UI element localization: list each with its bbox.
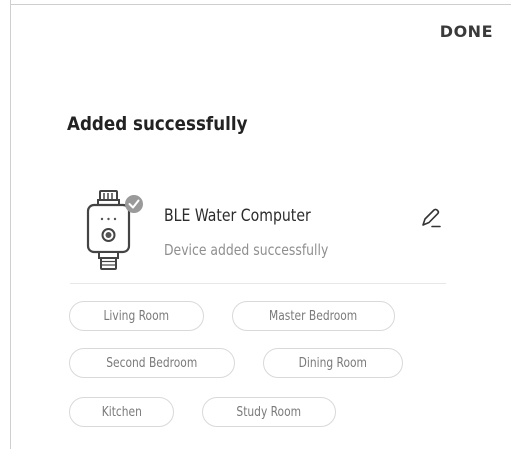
done-button[interactable]: DONE — [440, 22, 493, 41]
check-badge-icon — [125, 195, 143, 213]
room-chip-label: Kitchen — [101, 404, 142, 420]
room-chip-label: Dining Room — [298, 355, 368, 371]
room-chip-living-room[interactable]: Living Room — [69, 301, 204, 331]
room-chip-kitchen[interactable]: Kitchen — [69, 397, 174, 427]
frame-border-top — [10, 4, 511, 5]
room-chip-label: Living Room — [103, 308, 170, 324]
device-name: BLE Water Computer — [164, 206, 311, 226]
page-title: Added successfully — [67, 113, 248, 135]
room-chip-master-bedroom[interactable]: Master Bedroom — [232, 301, 395, 331]
device-row: BLE Water Computer Device added successf… — [70, 185, 446, 284]
device-status: Device added successfully — [164, 241, 329, 259]
water-timer-device-icon — [86, 190, 143, 270]
room-chip-label: Second Bedroom — [106, 355, 198, 371]
pencil-icon[interactable] — [420, 207, 442, 229]
room-chip-second-bedroom[interactable]: Second Bedroom — [69, 348, 235, 378]
frame-border-left — [10, 0, 11, 449]
room-chip-label: Study Room — [236, 404, 302, 420]
room-chip-dining-room[interactable]: Dining Room — [263, 348, 403, 378]
room-chip-label: Master Bedroom — [269, 308, 358, 324]
room-chip-study-room[interactable]: Study Room — [202, 397, 336, 427]
